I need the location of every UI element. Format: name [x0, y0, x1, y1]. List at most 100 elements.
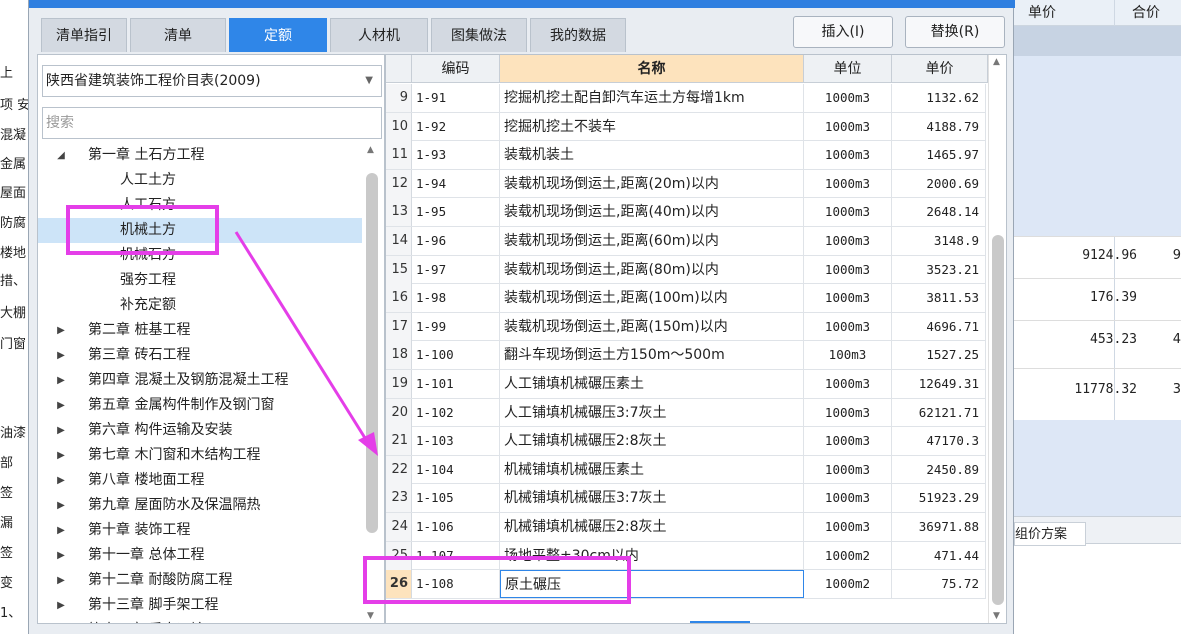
tree-node[interactable]: 机械石方	[38, 243, 362, 268]
tree-node[interactable]: ▶ 第六章 构件运输及安装	[38, 418, 362, 443]
tree-node[interactable]: 补充定额	[38, 293, 362, 318]
price-cell: 1465.97	[892, 141, 986, 170]
tree-node[interactable]: ▶ 第八章 楼地面工程	[38, 468, 362, 493]
collapse-caret-icon[interactable]: ▶	[54, 368, 68, 393]
pricing-scheme-tab[interactable]: 组价方案	[1014, 522, 1087, 546]
code-column-header[interactable]: 编码	[412, 55, 500, 83]
tree-node[interactable]: ▶ 第三章 砖石工程	[38, 343, 362, 368]
unit-cell: 1000m3	[804, 484, 892, 513]
background-row[interactable]: 453.23 4	[1014, 320, 1181, 360]
replace-button[interactable]: 替换(R)	[905, 16, 1005, 48]
tree-node[interactable]: ▶ 第十四章 垂直运输	[38, 618, 362, 623]
insert-button[interactable]: 插入(I)	[793, 16, 893, 48]
expand-caret-icon[interactable]: ◢	[54, 143, 68, 168]
scroll-up-icon[interactable]: ▲	[993, 57, 1000, 67]
collapse-caret-icon[interactable]: ▶	[54, 418, 68, 443]
collapse-caret-icon[interactable]: ▶	[54, 543, 68, 568]
tree-node[interactable]: ▶ 第四章 混凝土及钢筋混凝土工程	[38, 368, 362, 393]
tree-node[interactable]: 人工土方	[38, 168, 362, 193]
table-row[interactable]: 14 1-96 装载机现场倒运土,距离(60m)以内 1000m3 3148.9	[386, 227, 986, 256]
collapse-caret-icon[interactable]: ▶	[54, 443, 68, 468]
scroll-down-icon[interactable]: ▼	[367, 611, 374, 621]
tree-node[interactable]: ▶ 第十二章 耐酸防腐工程	[38, 568, 362, 593]
tree-node[interactable]: ▶ 第五章 金属构件制作及钢门窗	[38, 393, 362, 418]
collapse-caret-icon[interactable]: ▶	[54, 468, 68, 493]
collapse-caret-icon[interactable]: ▶	[54, 593, 68, 618]
table-row[interactable]: 24 1-106 机械铺填机械碾压2:8灰土 1000m3 36971.88	[386, 513, 986, 542]
table-row[interactable]: 10 1-92 挖掘机挖土不装车 1000m3 4188.79	[386, 112, 986, 142]
collapse-caret-icon[interactable]: ▶	[54, 318, 68, 343]
table-row[interactable]: 19 1-101 人工铺填机械碾压素土 1000m3 12649.31	[386, 370, 986, 399]
tree-node[interactable]: 机械土方	[38, 218, 362, 243]
unit-cell: 1000m3	[804, 112, 892, 141]
table-row[interactable]: 26 1-108 原土碾压 1000m2 75.72	[386, 570, 986, 599]
table-row[interactable]: 17 1-99 装载机现场倒运土,距离(150m)以内 1000m3 4696.71	[386, 312, 986, 342]
table-row[interactable]: 12 1-94 装载机现场倒运土,距离(20m)以内 1000m3 2000.69	[386, 169, 986, 199]
unit-cell: 1000m3	[804, 513, 892, 541]
table-row[interactable]: 16 1-98 装载机现场倒运土,距离(100m)以内 1000m3 3811.53	[386, 284, 986, 313]
table-row[interactable]: 13 1-95 装载机现场倒运土,距离(40m)以内 1000m3 2648.14	[386, 198, 986, 227]
background-left-fragment: 签	[0, 546, 14, 561]
table-row[interactable]: 20 1-102 人工铺填机械碾压3:7灰土 1000m3 62121.71	[386, 398, 986, 428]
unit-cell: 1000m3	[804, 141, 892, 170]
collapse-caret-icon[interactable]: ▶	[54, 343, 68, 368]
table-row[interactable]: 21 1-103 人工铺填机械碾压2:8灰土 1000m3 47170.3	[386, 427, 986, 456]
table-row[interactable]: 23 1-105 机械铺填机械碾压3:7灰土 1000m3 51923.29	[386, 484, 986, 513]
name-column-header[interactable]: 名称	[500, 55, 804, 83]
horizontal-scroll-indicator[interactable]	[690, 621, 750, 623]
tree-node[interactable]: ▶ 第十三章 脚手架工程	[38, 593, 362, 618]
library-select[interactable]: 陕西省建筑装饰工程价目表(2009) ▼	[42, 65, 382, 97]
collapse-caret-icon[interactable]: ▶	[54, 618, 68, 623]
background-left-fragment: 措、	[0, 274, 27, 289]
background-row[interactable]: 9124.96 9	[1014, 236, 1181, 276]
background-row[interactable]: 11778.32 3	[1014, 368, 1181, 420]
scrollbar-thumb[interactable]	[992, 235, 1004, 605]
tab-bill[interactable]: 清单	[130, 18, 226, 52]
tab-bill-guide[interactable]: 清单指引	[41, 18, 127, 52]
name-cell: 装载机现场倒运土,距离(20m)以内	[500, 169, 804, 198]
unit-cell: 1000m3	[804, 84, 892, 112]
table-row[interactable]: 9 1-91 挖掘机挖土配自卸汽车运土方每增1km 1000m3 1132.62	[386, 84, 986, 113]
collapse-caret-icon[interactable]: ▶	[54, 568, 68, 593]
tree-node[interactable]: ▶ 第十章 装饰工程	[38, 518, 362, 543]
table-row[interactable]: 11 1-93 装载机装土 1000m3 1465.97	[386, 141, 986, 170]
tree-node[interactable]: 人工石方	[38, 193, 362, 218]
background-left-fragment: 楼地	[0, 246, 27, 261]
collapse-caret-icon[interactable]: ▶	[54, 493, 68, 518]
scroll-down-icon[interactable]: ▼	[993, 611, 1000, 621]
table-row[interactable]: 25 1-107 场地平整±30cm以内 1000m2 471.44	[386, 541, 986, 571]
tree-node-label: 机械石方	[120, 247, 176, 263]
grid-scrollbar[interactable]: ▲ ▼	[988, 55, 1006, 623]
background-row[interactable]: 176.39	[1014, 278, 1181, 318]
tree-node[interactable]: 强夯工程	[38, 268, 362, 293]
tab-atlas-methods[interactable]: 图集做法	[431, 18, 527, 52]
tree-node[interactable]: ▶ 第二章 桩基工程	[38, 318, 362, 343]
table-row[interactable]: 18 1-100 翻斗车现场倒运土方150m～500m 100m3 1527.25	[386, 341, 986, 370]
unit-cell: 1000m3	[804, 398, 892, 427]
tab-labor-material-machine[interactable]: 人材机	[330, 18, 428, 52]
unit-column-header[interactable]: 单位	[804, 55, 892, 83]
background-left-fragment	[0, 392, 28, 416]
collapse-caret-icon[interactable]: ▶	[54, 518, 68, 543]
tree-node[interactable]: ◢ 第一章 土石方工程	[38, 143, 362, 168]
table-row[interactable]: 15 1-97 装载机现场倒运土,距离(80m)以内 1000m3 3523.21	[386, 255, 986, 285]
tree-node[interactable]: ▶ 第七章 木门窗和木结构工程	[38, 443, 362, 468]
scrollbar-thumb[interactable]	[366, 173, 378, 533]
collapse-caret-icon[interactable]: ▶	[54, 393, 68, 418]
tab-quota[interactable]: 定额	[229, 18, 327, 52]
tree-node[interactable]: ▶ 第九章 屋面防水及保温隔热	[38, 493, 362, 518]
unit-cell: 100m3	[804, 341, 892, 370]
tab-my-data[interactable]: 我的数据	[530, 18, 626, 52]
name-cell: 挖掘机挖土不装车	[500, 112, 804, 141]
tree-scrollbar[interactable]: ▲ ▼	[362, 143, 382, 623]
tree-node[interactable]: ▶ 第十一章 总体工程	[38, 543, 362, 568]
price-column-header[interactable]: 单价	[892, 55, 988, 83]
chevron-down-icon: ▼	[365, 75, 373, 86]
code-cell: 1-108	[412, 570, 500, 599]
price-cell: 4696.71	[892, 312, 986, 341]
table-row[interactable]: 22 1-104 机械铺填机械碾压素土 1000m3 2450.89	[386, 455, 986, 485]
background-left-fragment: 混凝	[0, 128, 27, 143]
search-input[interactable]: 搜索	[42, 107, 382, 139]
scroll-up-icon[interactable]: ▲	[367, 145, 374, 155]
background-right-panel: 单价 合价 9124.96 9 176.39 453.23 4 11778.32…	[1014, 0, 1181, 634]
